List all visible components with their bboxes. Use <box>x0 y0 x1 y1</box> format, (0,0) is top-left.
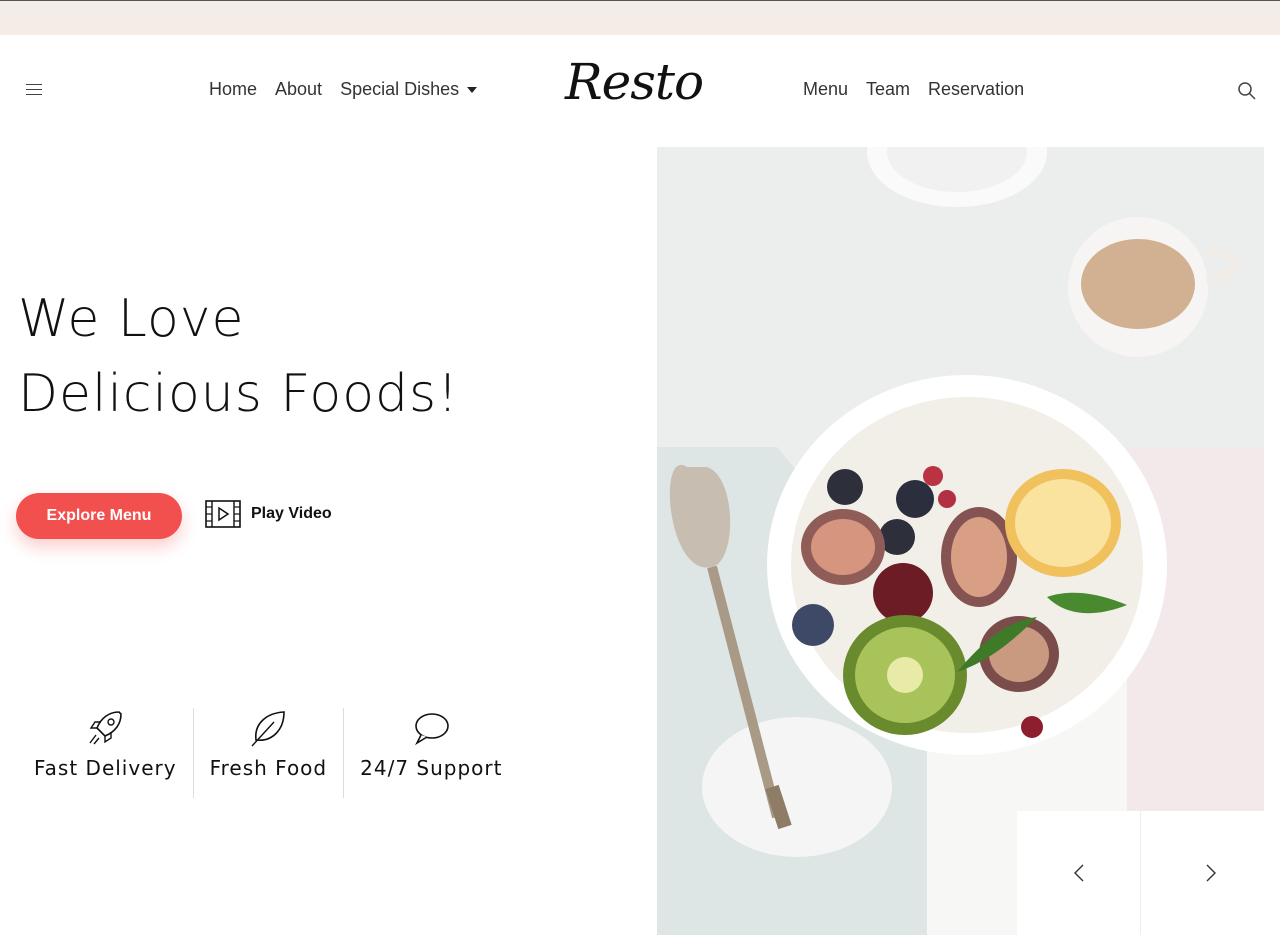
search-icon[interactable] <box>1237 81 1257 101</box>
site-logo[interactable]: Resto <box>565 53 704 111</box>
feature-label-support: 24/7 Support <box>360 756 503 780</box>
nav-about[interactable]: About <box>275 79 322 100</box>
chat-bubble-icon <box>415 713 450 746</box>
features-list: Fast Delivery Fresh Food 24/7 Support <box>18 708 518 798</box>
feature-support: 24/7 Support <box>344 708 518 798</box>
rocket-icon <box>89 711 123 745</box>
hero-title-line-2: Delicious Foods! <box>18 364 459 424</box>
hero-title-line-1: We Love <box>18 289 245 349</box>
slider-navigation <box>1017 811 1280 935</box>
nav-home[interactable]: Home <box>209 79 257 100</box>
nav-menu[interactable]: Menu <box>803 79 848 100</box>
chevron-left-icon <box>1073 864 1083 882</box>
feature-fresh-food: Fresh Food <box>194 708 345 798</box>
feature-label-fresh-food: Fresh Food <box>209 756 328 780</box>
top-bar <box>0 0 1280 35</box>
hero-title: We Love Delicious Foods! <box>18 282 459 432</box>
nav-right: Menu Team Reservation <box>803 79 1024 100</box>
caret-down-icon <box>467 86 478 93</box>
chevron-right-icon <box>1206 864 1216 882</box>
site-header: Home About Special Dishes Resto Menu Tea… <box>0 35 1280 147</box>
play-video-label: Play Video <box>251 505 332 522</box>
nav-left: Home About Special Dishes <box>209 79 478 100</box>
slider-prev-button[interactable] <box>1017 811 1141 935</box>
nav-special-dishes-label: Special Dishes <box>340 79 460 99</box>
nav-team[interactable]: Team <box>866 79 910 100</box>
nav-special-dishes[interactable]: Special Dishes <box>340 79 478 100</box>
leaf-icon <box>251 711 286 747</box>
film-play-icon <box>205 500 241 528</box>
explore-menu-button[interactable]: Explore Menu <box>16 493 182 539</box>
play-video-button[interactable]: Play Video <box>205 500 332 528</box>
feature-fast-delivery: Fast Delivery <box>18 708 194 798</box>
slider-next-button[interactable] <box>1141 811 1280 935</box>
nav-reservation[interactable]: Reservation <box>928 79 1024 100</box>
hamburger-menu-icon[interactable] <box>26 84 42 96</box>
feature-label-fast-delivery: Fast Delivery <box>34 756 177 780</box>
